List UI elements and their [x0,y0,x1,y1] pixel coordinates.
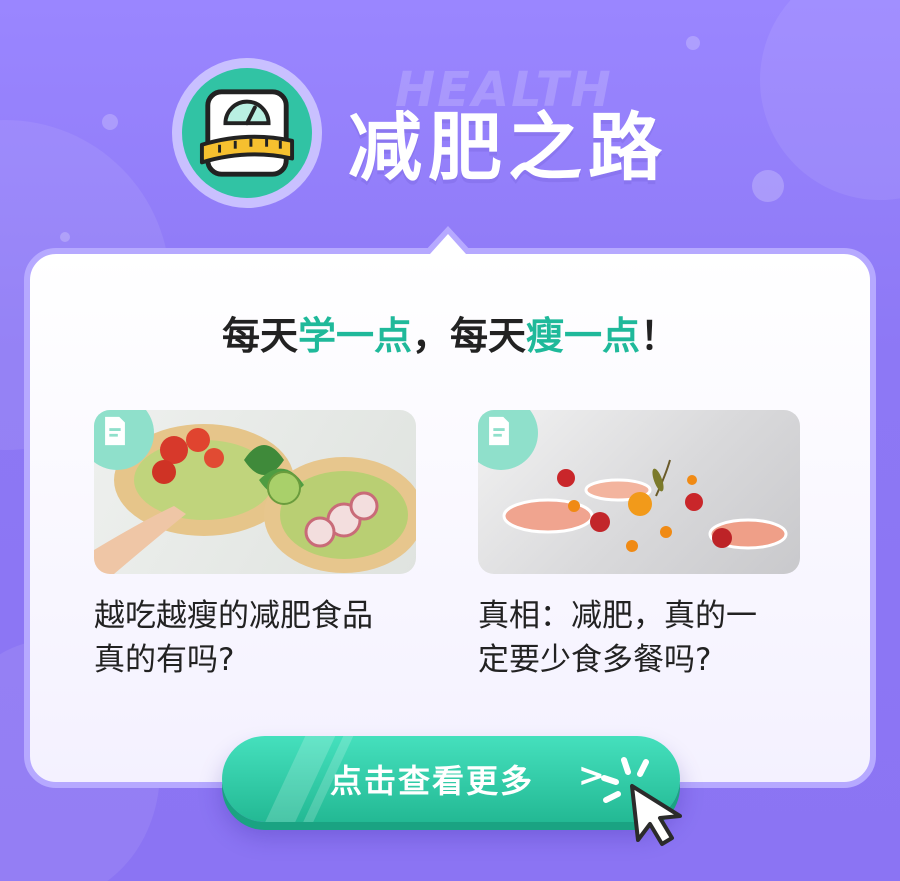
tagline-part: ，每天 [411,314,526,358]
article-thumbnail-avocado-toast[interactable] [94,410,416,574]
pointer-click-icon [601,757,682,846]
article-title[interactable]: 真相：减肥，真的一 定要少食多餐吗? [478,594,818,682]
tagline-part: ！ [640,314,679,358]
background-blob [760,0,900,200]
article-title[interactable]: 越吃越瘦的减肥食品 真的有吗? [94,594,434,682]
promo-banner: HEALTH 减肥之路 每天学一点，每天瘦一点！ 越吃越瘦的减肥食品 真的有吗?… [0,0,900,881]
decor-dot [686,36,700,50]
card-notch-fill [430,234,466,254]
tagline-highlight: 瘦一点 [526,314,641,358]
weighing-scale-tape-icon [199,89,295,177]
tagline-part: 每天 [221,314,298,358]
view-more-label: 点击查看更多 [330,762,535,800]
decor-dot [60,232,70,242]
document-icon [105,416,125,446]
article-title-line: 真的有吗? [94,642,235,678]
document-icon [489,416,509,446]
article-thumbnail-fruit-plate[interactable] [478,410,800,574]
article-title-line: 越吃越瘦的减肥食品 [94,598,373,634]
decor-dot [752,170,784,202]
article-title-line: 定要少食多餐吗? [478,642,712,678]
tagline: 每天学一点，每天瘦一点！ [0,305,900,360]
tagline-highlight: 学一点 [297,314,412,358]
article-title-line: 真相：减肥，真的一 [478,598,757,634]
decor-dot [102,114,118,130]
page-title: 减肥之路 [348,105,668,191]
